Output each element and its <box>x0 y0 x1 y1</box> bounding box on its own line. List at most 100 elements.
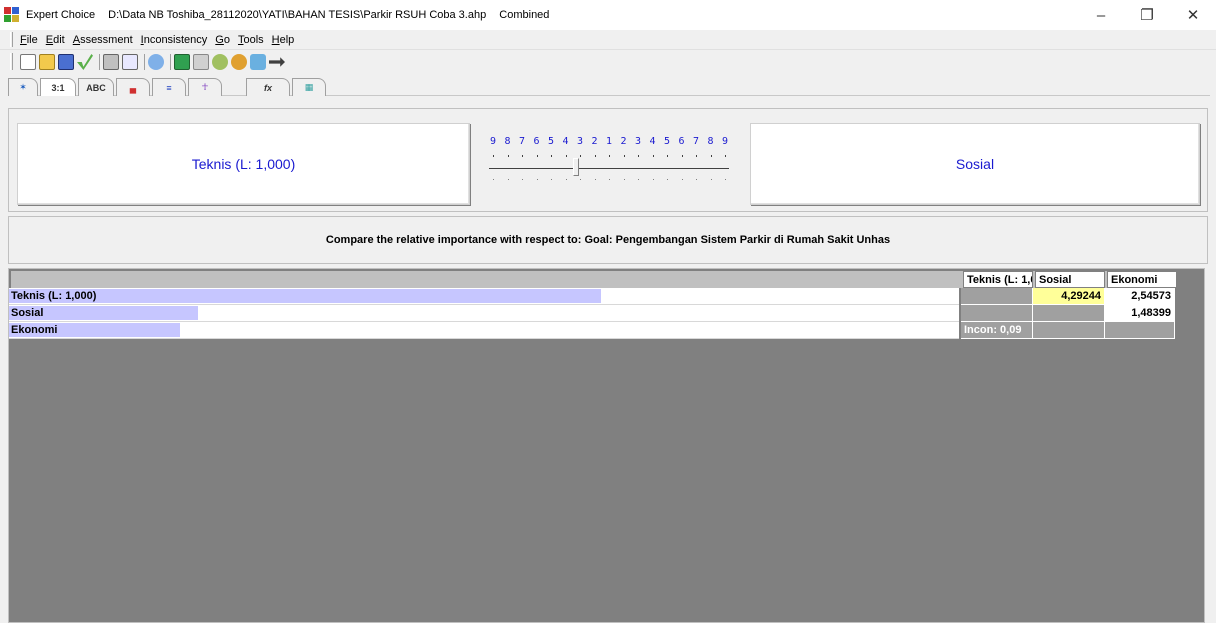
tab-priorities[interactable]: ≡ <box>152 78 186 96</box>
scale-number[interactable]: 9 <box>722 136 728 147</box>
menu-edit[interactable]: Edit <box>46 34 65 46</box>
verbal-scale[interactable]: 98765432123456789 <box>479 123 745 205</box>
scale-number[interactable]: 7 <box>693 136 699 147</box>
right-node-box[interactable]: Sosial <box>750 123 1200 205</box>
row-label-sosial-text: Sosial <box>11 307 44 319</box>
window-title: Expert Choice D:\Data NB Toshiba_2811202… <box>26 9 559 21</box>
scale-number[interactable]: 3 <box>635 136 641 147</box>
chart-icon[interactable] <box>193 54 209 70</box>
cell-teknis-ekonomi[interactable]: 2,54573 <box>1105 288 1175 305</box>
comparison-matrix-panel: Teknis (L: 1,000) Sosial Ekonomi Teknis … <box>8 268 1205 623</box>
scale-number[interactable]: 1 <box>606 136 612 147</box>
scale-number[interactable]: 5 <box>664 136 670 147</box>
menu-tools-label: ools <box>243 33 264 46</box>
scale-numbers: 98765432123456789 <box>489 136 739 148</box>
tab-formula[interactable]: fx <box>246 78 290 96</box>
scale-dot <box>536 179 538 180</box>
inconsistency-ratio-value: Incon: 0,09 <box>964 324 1022 336</box>
menu-assessment[interactable]: Assessment <box>73 34 133 46</box>
tab-strip: ✶ 3:1 ABC ▄ ≡ ☥ fx ▦ <box>8 76 328 96</box>
col-header-sosial-label: Sosial <box>1039 274 1072 286</box>
print-icon[interactable] <box>103 54 119 70</box>
scale-slider-thumb[interactable] <box>573 158 579 176</box>
menu-help-label: elp <box>279 33 295 46</box>
scale-number[interactable]: 2 <box>591 136 597 147</box>
question-text: Compare the relative importance with res… <box>325 234 891 246</box>
formula-icon: fx <box>263 82 272 93</box>
tab-pairwise-numerical[interactable]: 3:1 <box>40 78 76 96</box>
scale-number[interactable]: 9 <box>490 136 496 147</box>
inconsistency-ratio: Incon: 0,09 <box>961 322 1033 339</box>
hierarchy-icon: ✶ <box>19 82 27 92</box>
scale-tick <box>565 155 567 157</box>
scale-dot <box>623 179 625 180</box>
model-icon[interactable] <box>148 54 164 70</box>
menu-go[interactable]: Go <box>215 34 230 46</box>
menu-assessment-accel: A <box>72 33 81 46</box>
cell-teknis-teknis <box>961 288 1033 305</box>
row-label-teknis[interactable]: Teknis (L: 1,000) <box>9 288 959 305</box>
save-icon[interactable] <box>58 54 74 70</box>
scale-number[interactable]: 6 <box>678 136 684 147</box>
scale-number[interactable]: 3 <box>577 136 583 147</box>
scale-dot <box>580 179 581 180</box>
view-mode: Combined <box>499 9 550 21</box>
menu-inconsistency[interactable]: Inconsistency <box>141 34 208 46</box>
tab-questionnaire[interactable]: ☥ <box>188 78 222 96</box>
scale-number[interactable]: 2 <box>620 136 626 147</box>
col-header-teknis[interactable]: Teknis (L: 1,000) <box>963 271 1033 288</box>
menu-inconsistency-label: nconsistency <box>143 33 208 46</box>
tab-pairwise-verbal[interactable]: ABC <box>78 78 114 96</box>
scale-dot <box>696 179 697 180</box>
print-preview-icon[interactable] <box>122 54 138 70</box>
scale-number[interactable]: 7 <box>519 136 525 147</box>
col-header-ekonomi-label: Ekonomi <box>1111 274 1158 286</box>
scale-number[interactable]: 4 <box>562 136 568 147</box>
restore-button[interactable]: ❐ <box>1124 0 1170 30</box>
toolbar-grip[interactable] <box>10 53 13 70</box>
scale-track[interactable] <box>489 168 729 169</box>
check-icon[interactable] <box>77 54 93 70</box>
open-folder-icon[interactable] <box>39 54 55 70</box>
menu-file[interactable]: File <box>20 34 38 46</box>
col-header-ekonomi[interactable]: Ekonomi <box>1107 271 1177 288</box>
left-node-box[interactable]: Teknis (L: 1,000) <box>17 123 470 205</box>
scale-tick <box>696 155 697 157</box>
menu-go-label: o <box>223 33 230 46</box>
scale-tick <box>522 155 523 157</box>
cell-teknis-sosial-value: 4,29244 <box>1061 290 1101 302</box>
scale-dot <box>710 179 712 180</box>
menu-tools[interactable]: Tools <box>238 34 264 46</box>
scale-number[interactable]: 6 <box>533 136 539 147</box>
cell-teknis-sosial[interactable]: 4,29244 <box>1033 288 1105 305</box>
tab-data-grid[interactable]: ▦ <box>292 78 326 96</box>
menu-file-label: ile <box>26 33 38 46</box>
row-label-sosial[interactable]: Sosial <box>9 305 959 322</box>
tab-hierarchy[interactable]: ✶ <box>8 78 38 96</box>
data-grid-icon[interactable] <box>174 54 190 70</box>
sync-icon[interactable] <box>250 54 266 70</box>
toolbar-separator <box>170 54 171 70</box>
scale-number[interactable]: 8 <box>504 136 510 147</box>
scale-number[interactable]: 8 <box>707 136 713 147</box>
goto-arrow-icon[interactable] <box>269 57 285 67</box>
menu-help[interactable]: Help <box>272 34 295 46</box>
close-button[interactable]: ✕ <box>1170 0 1216 30</box>
tab-pairwise-graphical[interactable]: ▄ <box>116 78 150 96</box>
scale-tick <box>594 155 596 157</box>
expert-choice-app-icon <box>4 7 20 23</box>
scale-number[interactable]: 4 <box>649 136 655 147</box>
pairwise-numerical-label: 3:1 <box>51 82 65 93</box>
scale-tick <box>609 155 610 157</box>
scale-number[interactable]: 5 <box>548 136 554 147</box>
minimize-button[interactable]: – <box>1078 0 1124 30</box>
cell-sosial-ekonomi[interactable]: 1,48399 <box>1105 305 1175 322</box>
users-icon[interactable] <box>231 54 247 70</box>
graphical-icon: ▄ <box>129 82 137 93</box>
group-icon[interactable] <box>212 54 228 70</box>
new-file-icon[interactable] <box>20 54 36 70</box>
menu-grip[interactable] <box>10 32 13 47</box>
col-header-sosial[interactable]: Sosial <box>1035 271 1105 288</box>
row-label-ekonomi[interactable]: Ekonomi <box>9 322 959 339</box>
menu-help-accel: H <box>271 33 280 46</box>
